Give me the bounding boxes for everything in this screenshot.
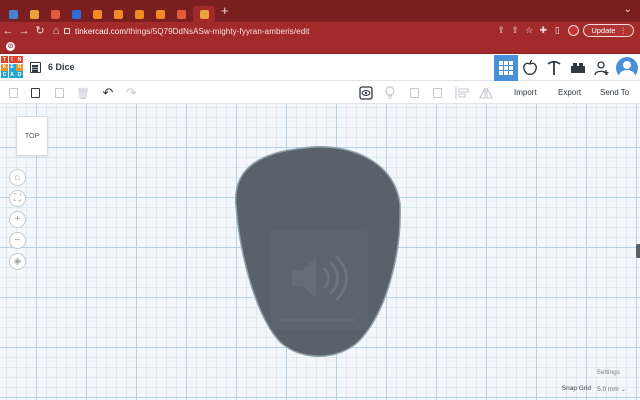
logo-letter: T xyxy=(1,56,8,63)
browser-tab[interactable] xyxy=(88,6,107,22)
reload-icon[interactable]: ↻ xyxy=(32,22,48,40)
install-app-icon[interactable]: ⇪ xyxy=(494,25,508,36)
orange-arrow-icon xyxy=(93,9,102,19)
tinkercad-header: TIN KER CAD 6 Dice xyxy=(0,55,640,81)
workplane-canvas[interactable]: TOP ⌂ ⛶ + − ◈ Settings Snap Grid 5.0 mm … xyxy=(0,104,640,400)
duplicate-icon[interactable] xyxy=(52,86,66,100)
browser-tab[interactable] xyxy=(109,6,128,22)
shape-inner-panel xyxy=(270,230,368,330)
logo-letter: K xyxy=(1,63,8,71)
extensions-puzzle-icon[interactable]: ✚ xyxy=(536,25,550,36)
home-icon[interactable]: ⌂ xyxy=(48,22,64,40)
light-bulb-icon[interactable] xyxy=(383,86,397,100)
browser-tab[interactable] xyxy=(151,6,170,22)
back-arrow-icon[interactable]: ← xyxy=(0,22,16,40)
notes-eye-icon[interactable] xyxy=(359,86,373,100)
settings-link[interactable]: Settings xyxy=(597,369,621,376)
copy-icon[interactable] xyxy=(6,86,20,100)
add-user-icon[interactable] xyxy=(590,55,614,81)
perspective-toggle-icon[interactable]: ◈ xyxy=(9,253,26,270)
tinkercad-icon xyxy=(9,9,18,19)
profile-avatar-icon[interactable] xyxy=(568,25,580,36)
home-view-icon[interactable]: ⌂ xyxy=(9,169,26,186)
browser-tab[interactable] xyxy=(130,6,149,22)
view-cube[interactable]: TOP xyxy=(16,116,48,156)
paste-icon[interactable] xyxy=(28,86,42,100)
design-list-icon[interactable] xyxy=(30,62,41,73)
browser-tab[interactable] xyxy=(4,6,23,22)
url-text[interactable]: tinkercad.com/things/5Q79DdNsASw-mighty-… xyxy=(75,27,309,36)
browser-tab[interactable] xyxy=(25,6,44,22)
blocked-bookmark-icon[interactable]: ⊘ xyxy=(6,42,15,51)
3d-design-grid-icon[interactable] xyxy=(494,55,518,81)
design-title[interactable]: 6 Dice xyxy=(48,62,75,72)
update-menu-icon: ⋮ xyxy=(619,26,628,35)
zoom-in-icon[interactable]: + xyxy=(9,211,26,228)
browser-tab[interactable] xyxy=(193,6,215,22)
undo-icon[interactable]: ↶ xyxy=(101,85,115,100)
url-path: /things/5Q79DdNsASw-mighty-fyyran-amberi… xyxy=(126,26,310,36)
logo-letter: N xyxy=(16,56,23,63)
snap-grid-label: Snap Grid xyxy=(561,385,592,392)
forward-arrow-icon[interactable]: → xyxy=(16,22,32,40)
address-bar[interactable]: tinkercad.com/things/5Q79DdNsASw-mighty-… xyxy=(64,24,544,38)
share-icon[interactable]: ⇧ xyxy=(508,25,522,36)
imported-shape[interactable] xyxy=(234,144,402,360)
orange-doc-icon xyxy=(30,9,39,19)
logo-letter: R xyxy=(16,63,23,71)
orange-arrow-icon xyxy=(135,9,144,19)
pickaxe-icon[interactable] xyxy=(542,55,566,81)
logo-letter: D xyxy=(16,71,23,78)
bookmark-star-icon[interactable]: ☆ xyxy=(522,25,536,36)
browser-tab[interactable] xyxy=(46,6,65,22)
update-button[interactable]: Update ⋮ xyxy=(583,24,634,37)
browser-tab[interactable] xyxy=(172,6,191,22)
export-button[interactable]: Export xyxy=(558,88,581,97)
side-panel-icon[interactable]: ▯ xyxy=(550,25,564,36)
orange-doc-icon xyxy=(199,9,209,19)
logo-letter: I xyxy=(8,56,16,63)
redo-icon[interactable]: ↷ xyxy=(124,85,138,100)
tab-search-button[interactable]: ⌄ xyxy=(624,4,632,15)
ungroup-icon[interactable] xyxy=(430,86,444,100)
snap-grid-control[interactable]: Snap Grid 5.0 mm ⌄ xyxy=(562,385,626,393)
delete-trash-icon[interactable]: 🗑 xyxy=(76,86,90,100)
orange-arrow-icon xyxy=(114,9,123,19)
tinkercad-grid-icon xyxy=(51,9,60,19)
send-to-button[interactable]: Send To xyxy=(600,88,629,97)
mirror-icon[interactable] xyxy=(479,86,493,100)
blue-app-icon xyxy=(72,9,81,19)
url-host: tinkercad.com xyxy=(75,26,127,36)
logo-letter: C xyxy=(1,71,8,78)
lego-brick-icon[interactable] xyxy=(566,55,590,81)
user-avatar-icon[interactable] xyxy=(616,57,638,79)
orange-arrow-icon xyxy=(156,9,165,19)
tinkercad-grid-icon xyxy=(177,9,186,19)
group-icon[interactable] xyxy=(407,86,421,100)
bookmarks-bar: ⊘ xyxy=(0,40,640,54)
logo-letter: A xyxy=(8,71,16,78)
browser-tab-strip: + ⌄ xyxy=(0,0,640,22)
new-tab-button[interactable]: + xyxy=(221,3,229,19)
sim-lab-apple-icon[interactable] xyxy=(518,55,542,81)
view-cube-label: TOP xyxy=(24,132,40,140)
browser-tab[interactable] xyxy=(67,6,86,22)
zoom-out-icon[interactable]: − xyxy=(9,232,26,249)
align-icon[interactable] xyxy=(455,86,469,100)
lock-icon xyxy=(64,28,70,34)
panel-collapse-handle[interactable] xyxy=(636,244,640,258)
fit-view-icon[interactable]: ⛶ xyxy=(9,190,26,207)
update-label: Update xyxy=(591,26,616,35)
import-button[interactable]: Import xyxy=(514,88,537,97)
tinkercad-logo[interactable]: TIN KER CAD xyxy=(1,56,23,78)
logo-letter: E xyxy=(8,63,16,71)
snap-grid-value[interactable]: 5.0 mm ⌄ xyxy=(597,385,626,393)
browser-toolbar: ← → ↻ ⌂ tinkercad.com/things/5Q79DdNsASw… xyxy=(0,22,640,40)
edit-toolbar: 🗑 ↶ ↷ Import Export Send To xyxy=(0,82,640,104)
